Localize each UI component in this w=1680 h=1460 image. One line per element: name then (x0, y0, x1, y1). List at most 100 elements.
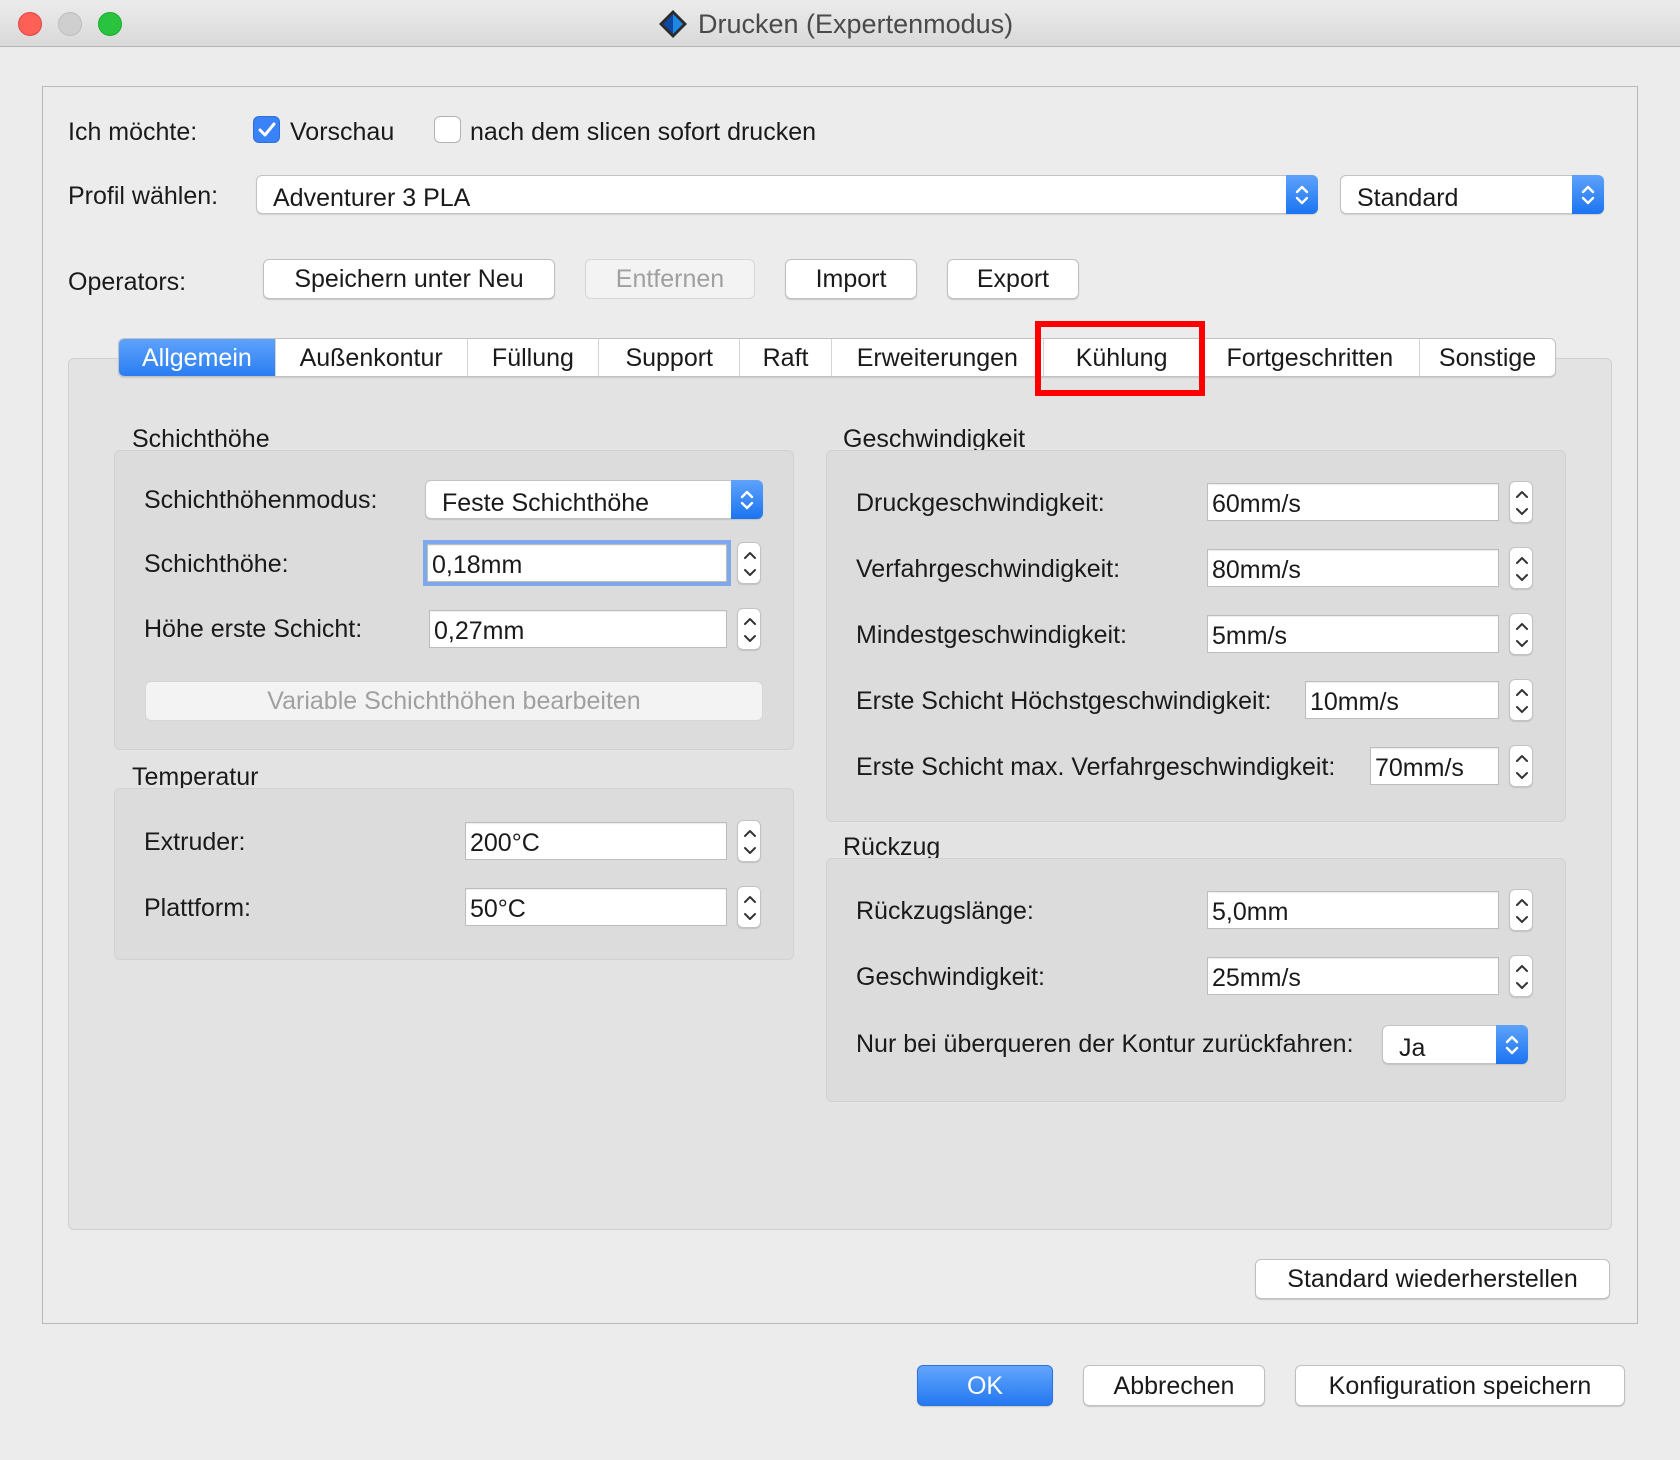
layer-height-input[interactable]: 0,18mm (423, 540, 731, 586)
retraction-speed-stepper[interactable] (1509, 955, 1533, 997)
layer-height-mode-label: Schichthöhenmodus: (144, 486, 378, 514)
platform-temperature-value: 50°C (470, 895, 526, 923)
first-layer-height-label: Höhe erste Schicht: (144, 615, 363, 643)
highlight-box (1035, 321, 1205, 396)
layer-height-value: 0,18mm (432, 551, 523, 579)
profile-label: Profil wählen: (68, 182, 219, 210)
first-layer-max-travel-speed-stepper[interactable] (1509, 745, 1533, 787)
remove-button[interactable]: Entfernen (585, 259, 755, 299)
first-layer-height-value: 0,27mm (434, 617, 525, 645)
stepper-arrows-icon (744, 552, 756, 576)
layer-height-stepper[interactable] (737, 542, 761, 584)
tab-aussenkontur[interactable]: Außenkontur (276, 339, 468, 376)
min-speed-stepper[interactable] (1509, 613, 1533, 655)
save-as-new-button[interactable]: Speichern unter Neu (263, 259, 555, 299)
temperature-group (114, 788, 794, 960)
ok-button[interactable]: OK (917, 1365, 1053, 1406)
first-layer-max-speed-stepper[interactable] (1509, 679, 1533, 721)
retraction-length-stepper[interactable] (1509, 889, 1533, 931)
tab-erweiterungen[interactable]: Erweiterungen (832, 339, 1044, 376)
layer-height-mode-value: Feste Schichthöhe (442, 489, 650, 517)
layer-height-mode-select[interactable]: Feste Schichthöhe (425, 480, 763, 519)
tab-support[interactable]: Support (599, 339, 741, 376)
retraction-speed-label: Geschwindigkeit: (856, 963, 1045, 991)
min-speed-label: Mindestgeschwindigkeit: (856, 621, 1127, 649)
tab-raft[interactable]: Raft (740, 339, 832, 376)
restore-defaults-button[interactable]: Standard wiederherstellen (1255, 1259, 1610, 1299)
print-speed-input[interactable]: 60mm/s (1207, 483, 1499, 521)
extruder-temperature-input[interactable]: 200°C (465, 822, 727, 860)
settings-tab-bar: Allgemein Außenkontur Füllung Support Ra… (118, 338, 1556, 377)
platform-temperature-input[interactable]: 50°C (465, 888, 727, 926)
print-speed-stepper[interactable] (1509, 481, 1533, 523)
print-after-slice-label[interactable]: nach dem slicen sofort drucken (470, 120, 816, 145)
app-logo-icon (658, 9, 688, 39)
preview-checkbox[interactable] (253, 116, 280, 143)
first-layer-height-stepper[interactable] (737, 608, 761, 650)
cancel-button[interactable]: Abbrechen (1083, 1365, 1265, 1406)
stepper-arrows-icon (1516, 557, 1528, 581)
up-down-arrows-icon (1572, 175, 1604, 214)
stepper-arrows-icon (744, 830, 756, 854)
up-down-arrows-icon (1286, 175, 1318, 214)
stepper-arrows-icon (744, 618, 756, 642)
platform-temperature-stepper[interactable] (737, 886, 761, 928)
travel-speed-stepper[interactable] (1509, 547, 1533, 589)
min-speed-input[interactable]: 5mm/s (1207, 615, 1499, 653)
extruder-label: Extruder: (144, 828, 246, 856)
tab-allgemein[interactable]: Allgemein (119, 339, 276, 376)
first-layer-max-travel-speed-label: Erste Schicht max. Verfahrgeschwindigkei… (856, 753, 1336, 781)
stepper-arrows-icon (1516, 689, 1528, 713)
extruder-temperature-value: 200°C (470, 829, 540, 857)
retraction-speed-value: 25mm/s (1212, 964, 1301, 992)
first-layer-max-speed-label: Erste Schicht Höchstgeschwindigkeit: (856, 687, 1272, 715)
retraction-length-value: 5,0mm (1212, 898, 1289, 926)
tab-fuellung[interactable]: Füllung (468, 339, 600, 376)
print-speed-label: Druckgeschwindigkeit: (856, 489, 1105, 517)
stepper-arrows-icon (1516, 755, 1528, 779)
print-after-slice-checkbox[interactable] (434, 116, 461, 143)
save-configuration-button[interactable]: Konfiguration speichern (1295, 1365, 1625, 1406)
stepper-arrows-icon (1516, 491, 1528, 515)
edit-variable-layer-heights-button[interactable]: Variable Schichthöhen bearbeiten (145, 681, 763, 721)
up-down-arrows-icon (1496, 1025, 1528, 1064)
profile-variant-value: Standard (1357, 184, 1459, 212)
up-down-arrows-icon (731, 480, 763, 519)
operators-label: Operators: (68, 268, 187, 296)
export-button[interactable]: Export (947, 259, 1079, 299)
tab-sonstige[interactable]: Sonstige (1420, 339, 1555, 376)
stepper-arrows-icon (744, 896, 756, 920)
retract-on-crossing-label: Nur bei überqueren der Kontur zurückfahr… (856, 1030, 1354, 1058)
travel-speed-label: Verfahrgeschwindigkeit: (856, 555, 1121, 583)
minimize-window-button[interactable] (58, 12, 82, 36)
window-title: Drucken (Expertenmodus) (698, 9, 1014, 39)
travel-speed-value: 80mm/s (1212, 556, 1301, 584)
stepper-arrows-icon (1516, 899, 1528, 923)
retraction-length-input[interactable]: 5,0mm (1207, 891, 1499, 929)
zoom-window-button[interactable] (98, 12, 122, 36)
preview-label[interactable]: Vorschau (290, 120, 394, 145)
extruder-temperature-stepper[interactable] (737, 820, 761, 862)
intent-label: Ich möchte: (68, 118, 198, 146)
first-layer-max-travel-speed-input[interactable]: 70mm/s (1370, 747, 1499, 785)
retract-on-crossing-select[interactable]: Ja (1382, 1025, 1528, 1064)
retraction-length-label: Rückzugslänge: (856, 897, 1034, 925)
layer-height-label: Schichthöhe: (144, 550, 289, 578)
stepper-arrows-icon (1516, 623, 1528, 647)
profile-variant-select[interactable]: Standard (1340, 175, 1604, 214)
import-button[interactable]: Import (785, 259, 917, 299)
platform-label: Plattform: (144, 894, 251, 922)
close-window-button[interactable] (18, 12, 42, 36)
print-speed-value: 60mm/s (1212, 490, 1301, 518)
travel-speed-input[interactable]: 80mm/s (1207, 549, 1499, 587)
first-layer-max-speed-value: 10mm/s (1310, 688, 1399, 716)
min-speed-value: 5mm/s (1212, 622, 1287, 650)
checkmark-icon (258, 122, 276, 137)
first-layer-max-speed-input[interactable]: 10mm/s (1305, 681, 1499, 719)
profile-select[interactable]: Adventurer 3 PLA (256, 175, 1318, 214)
stepper-arrows-icon (1516, 965, 1528, 989)
profile-select-value: Adventurer 3 PLA (273, 184, 471, 212)
retraction-speed-input[interactable]: 25mm/s (1207, 957, 1499, 995)
first-layer-height-input[interactable]: 0,27mm (429, 610, 727, 648)
tab-fortgeschritten[interactable]: Fortgeschritten (1200, 339, 1421, 376)
